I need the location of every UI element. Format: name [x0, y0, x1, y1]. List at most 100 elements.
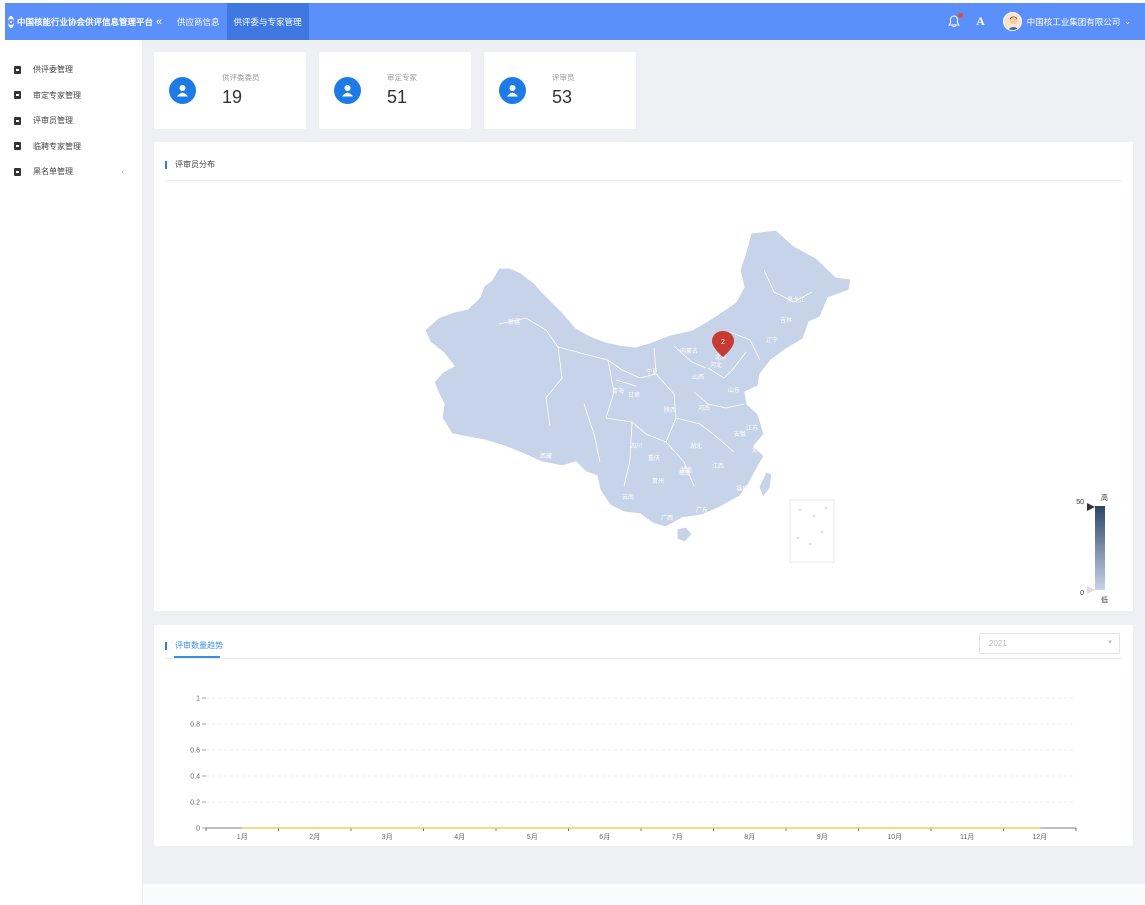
x-tick-label: 7月	[672, 833, 683, 841]
data-point[interactable]	[313, 827, 316, 829]
stat-label: 供评委委员	[222, 73, 260, 82]
x-tick-label: 12月	[1032, 833, 1047, 841]
y-tick-label: 0.8	[190, 722, 200, 729]
y-tick-label: 0.6	[190, 748, 200, 755]
province-label: 广西	[661, 514, 673, 522]
stat-card-reviewers: 评审员 53	[484, 52, 636, 129]
sidebar-item-blacklist[interactable]: 黑名单管理 ‹	[5, 159, 142, 185]
x-tick-label: 3月	[382, 833, 393, 841]
sidebar-item-temp-experts[interactable]: 临聘专家管理	[5, 134, 142, 160]
province-label: 重庆	[648, 454, 660, 462]
tab-supplier-info[interactable]: 供应商信息	[170, 3, 227, 40]
legend-low-label: 低	[1101, 595, 1108, 604]
sidebar-item-committee[interactable]: 供评委管理	[5, 57, 142, 83]
data-point[interactable]	[748, 827, 751, 829]
x-tick-label: 6月	[599, 833, 610, 841]
province-label: 陕西	[664, 406, 676, 414]
sidebar-item-label: 审定专家管理	[33, 90, 81, 100]
china-map[interactable]: 新疆西藏青海甘肃宁夏内蒙古山西陕西四川重庆云南贵州广西广东湖南湖北河南江西福建浙…	[154, 142, 1133, 611]
data-point[interactable]	[241, 827, 244, 829]
avatar[interactable]	[1002, 12, 1022, 31]
app-title: 中国核能行业协会供评信息管理平台	[17, 16, 154, 27]
province-label: 福建	[736, 485, 748, 493]
sidebar: 供评委管理 审定专家管理 评审员管理 临聘专家管理 黑名单管理 ‹	[5, 40, 143, 905]
province-label: 浙江	[752, 446, 764, 454]
data-point[interactable]	[893, 827, 896, 829]
map-marker-value: 2	[721, 339, 725, 346]
sidebar-item-label: 评审员管理	[33, 116, 73, 126]
sidebar-item-label: 黑名单管理	[33, 167, 73, 177]
data-point[interactable]	[386, 827, 389, 829]
x-tick-label: 11月	[960, 833, 974, 841]
brand[interactable]: 中国核能行业协会供评信息管理平台	[5, 3, 153, 40]
trend-chart: 00.20.40.60.811月 2月 3月 4月 5月 6月 7月 8月 9月 10月 11月 12…	[190, 696, 1077, 841]
user-icon	[334, 77, 361, 104]
chevron-left-icon[interactable]: ‹	[121, 167, 124, 176]
province-label: 河南	[698, 404, 710, 412]
china-mainland	[424, 229, 852, 528]
main-content: 供评委委员 19 审定专家 51 评审员 53 评审员分布 新疆 西藏 青海 甘…	[143, 40, 1145, 884]
province-label: 西藏	[540, 452, 552, 460]
province-label: 吉林	[780, 316, 792, 324]
legend-handle-icon	[1087, 586, 1095, 594]
stat-label: 审定专家	[387, 73, 417, 82]
bell-icon[interactable]	[948, 12, 964, 29]
data-point[interactable]	[531, 827, 534, 829]
x-tick-label: 10月	[887, 833, 902, 841]
data-point[interactable]	[966, 827, 969, 829]
app-root: 中国核能行业协会供评信息管理平台 « 供应商信息 供评委与专家管理 A 中国核工…	[0, 0, 1145, 905]
chevron-down-icon[interactable]: ⌄	[1124, 17, 1131, 26]
user-icon	[499, 77, 526, 104]
logo-icon	[8, 15, 14, 28]
province-label: 甘肃	[628, 391, 640, 399]
province-label: 海南	[678, 469, 690, 477]
org-name[interactable]: 中国核工业集团有限公司	[1027, 16, 1121, 28]
stat-label: 评审员	[552, 73, 575, 82]
south-sea-inset	[789, 499, 835, 563]
notification-dot	[958, 12, 964, 18]
stat-value: 51	[387, 87, 408, 107]
y-tick-label: 0.2	[190, 800, 200, 807]
x-tick-label: 4月	[454, 833, 465, 841]
footer-strip	[143, 884, 1145, 905]
province-label: 宁夏	[646, 368, 658, 376]
province-label: 河北	[710, 361, 722, 369]
province-label: 青海	[612, 387, 624, 395]
legend-handle-icon	[1087, 503, 1095, 511]
province-label: 四川	[630, 443, 642, 450]
data-point[interactable]	[458, 827, 461, 829]
visual-map-legend[interactable]: 50 0 高 低	[1076, 493, 1108, 604]
data-point[interactable]	[821, 827, 824, 829]
data-point[interactable]	[676, 827, 679, 829]
header-actions: A 中国核工业集团有限公司 ⌄	[948, 3, 1145, 40]
province-label: 广东	[696, 506, 708, 514]
sidebar-item-label: 临聘专家管理	[33, 141, 81, 151]
collapse-sidebar-icon[interactable]: «	[148, 16, 170, 28]
province-label: 辽宁	[766, 336, 778, 344]
data-point[interactable]	[1038, 827, 1041, 829]
x-tick-label: 2月	[309, 833, 320, 841]
x-tick-label: 8月	[744, 833, 755, 841]
province-label: 江西	[712, 463, 724, 470]
sidebar-item-certified-experts[interactable]: 审定专家管理	[5, 83, 142, 109]
province-label: 山西	[692, 373, 704, 381]
province-label: 安徽	[734, 430, 746, 438]
map-panel: 评审员分布 新疆 西藏 青海 甘肃 宁夏 内蒙古 山西 陕西 四川 重庆 云南 …	[154, 142, 1133, 611]
x-tick-label: 1月	[237, 833, 248, 841]
legend-high-label: 高	[1101, 493, 1108, 502]
taiwan-island	[758, 471, 773, 498]
province-label: 贵州	[652, 477, 664, 485]
data-point[interactable]	[603, 827, 606, 829]
stat-value: 19	[222, 87, 243, 107]
menu-item-icon	[14, 91, 21, 100]
trend-panel: 评审数量趋势 2021 ▼ 0 0.2 0.4 0.6 0.8 1 1月 2月 3月 4月 5月 6月…	[154, 625, 1133, 846]
font-size-icon[interactable]: A	[976, 14, 985, 29]
province-label: 内蒙古	[680, 347, 698, 355]
tab-committee-expert[interactable]: 供评委与专家管理	[226, 3, 309, 40]
legend-max: 50	[1076, 499, 1084, 506]
legend-min: 0	[1080, 590, 1084, 597]
province-label: 黑龙江	[787, 296, 805, 304]
province-label: 新疆	[508, 318, 520, 326]
top-navbar: 中国核能行业协会供评信息管理平台 « 供应商信息 供评委与专家管理 A 中国核工…	[5, 3, 1145, 40]
sidebar-item-reviewers[interactable]: 评审员管理	[5, 108, 142, 134]
